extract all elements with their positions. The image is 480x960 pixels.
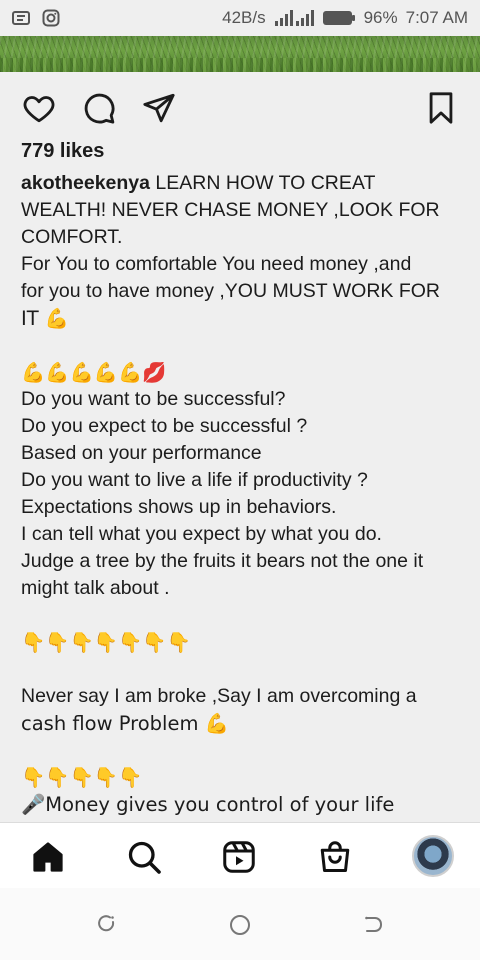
caption-line: 👇👇👇👇👇👇👇 — [21, 631, 191, 654]
comment-icon — [84, 93, 115, 124]
system-nav-bar — [0, 888, 480, 960]
caption-line: 🎤Money gives you control of your life — [21, 793, 395, 816]
circle-home-icon — [230, 915, 250, 935]
caption-line: cash flow Problem 💪 — [21, 712, 229, 735]
caption-line — [21, 332, 465, 359]
caption-line: Judge a tree by the fruits it bears not … — [21, 550, 424, 572]
send-icon — [143, 93, 175, 123]
caption-line: For You to comfortable You need money ,a… — [21, 253, 412, 275]
caption-line — [21, 737, 465, 764]
message-notification-icon — [12, 10, 32, 26]
clock: 7:07 AM — [405, 8, 468, 27]
search-icon — [128, 841, 161, 874]
caption-line — [21, 602, 465, 629]
share-button[interactable] — [141, 90, 177, 126]
instagram-notification-icon — [42, 9, 60, 27]
reels-icon — [223, 841, 255, 873]
home-icon — [33, 842, 63, 872]
nav-profile-avatar[interactable] — [412, 835, 454, 877]
shop-icon — [320, 841, 350, 872]
heart-icon — [23, 96, 55, 123]
username[interactable]: akotheekenya — [21, 172, 150, 194]
save-button[interactable] — [423, 90, 459, 126]
caption-line: might talk about . — [21, 577, 170, 599]
nav-search[interactable] — [122, 835, 166, 879]
caption-line-1: akotheekenya LEARN HOW TO CREAT — [21, 172, 376, 194]
caption-line: Do you expect to be successful ? — [21, 415, 308, 437]
bookmark-icon — [429, 92, 453, 124]
back-icon — [365, 916, 382, 932]
battery-level: 96% — [363, 8, 398, 27]
back-button[interactable] — [358, 910, 388, 940]
caption-line: 💪💪💪💪💪💋 — [21, 361, 167, 384]
caption-line: for you to have money ,YOU MUST WORK FOR — [21, 280, 441, 302]
caption-line: Do you want to live a life if productivi… — [21, 469, 368, 491]
caption-line: 👇👇👇👇👇 — [21, 766, 143, 789]
bottom-nav — [0, 822, 480, 888]
caption-line: Based on your performance — [21, 442, 262, 464]
network-speed: 42B/s — [222, 8, 266, 27]
status-bar: 42B/s 96% 7:07 AM — [0, 0, 480, 36]
nav-reels[interactable] — [217, 835, 261, 879]
home-system-button[interactable] — [225, 910, 255, 940]
caption-line: Do you want to be successful? — [21, 388, 286, 410]
caption-line: I can tell what you expect by what you d… — [21, 523, 382, 545]
caption-line: Never say I am broke ,Say I am overcomin… — [21, 685, 417, 707]
caption-line: Expectations shows up in behaviors. — [21, 496, 337, 518]
battery-icon — [322, 10, 356, 26]
caption-line: IT 💪 — [21, 307, 70, 330]
recent-apps-button[interactable] — [92, 910, 122, 940]
comment-button[interactable] — [81, 90, 117, 126]
caption-line — [21, 656, 465, 683]
signal-icon — [274, 9, 314, 27]
post-image[interactable] — [0, 36, 480, 72]
caption-line: COMFORT. — [21, 226, 123, 248]
post-actions — [0, 84, 480, 132]
nav-shop[interactable] — [313, 835, 357, 879]
caption-line: WEALTH! NEVER CHASE MONEY ,LOOK FOR — [21, 199, 440, 221]
likes-count[interactable]: 779 likes — [21, 140, 104, 163]
nav-home[interactable] — [26, 835, 70, 879]
recent-apps-icon — [98, 915, 115, 932]
like-button[interactable] — [21, 90, 57, 126]
post-caption: akotheekenya LEARN HOW TO CREAT WEALTH! … — [21, 170, 465, 818]
